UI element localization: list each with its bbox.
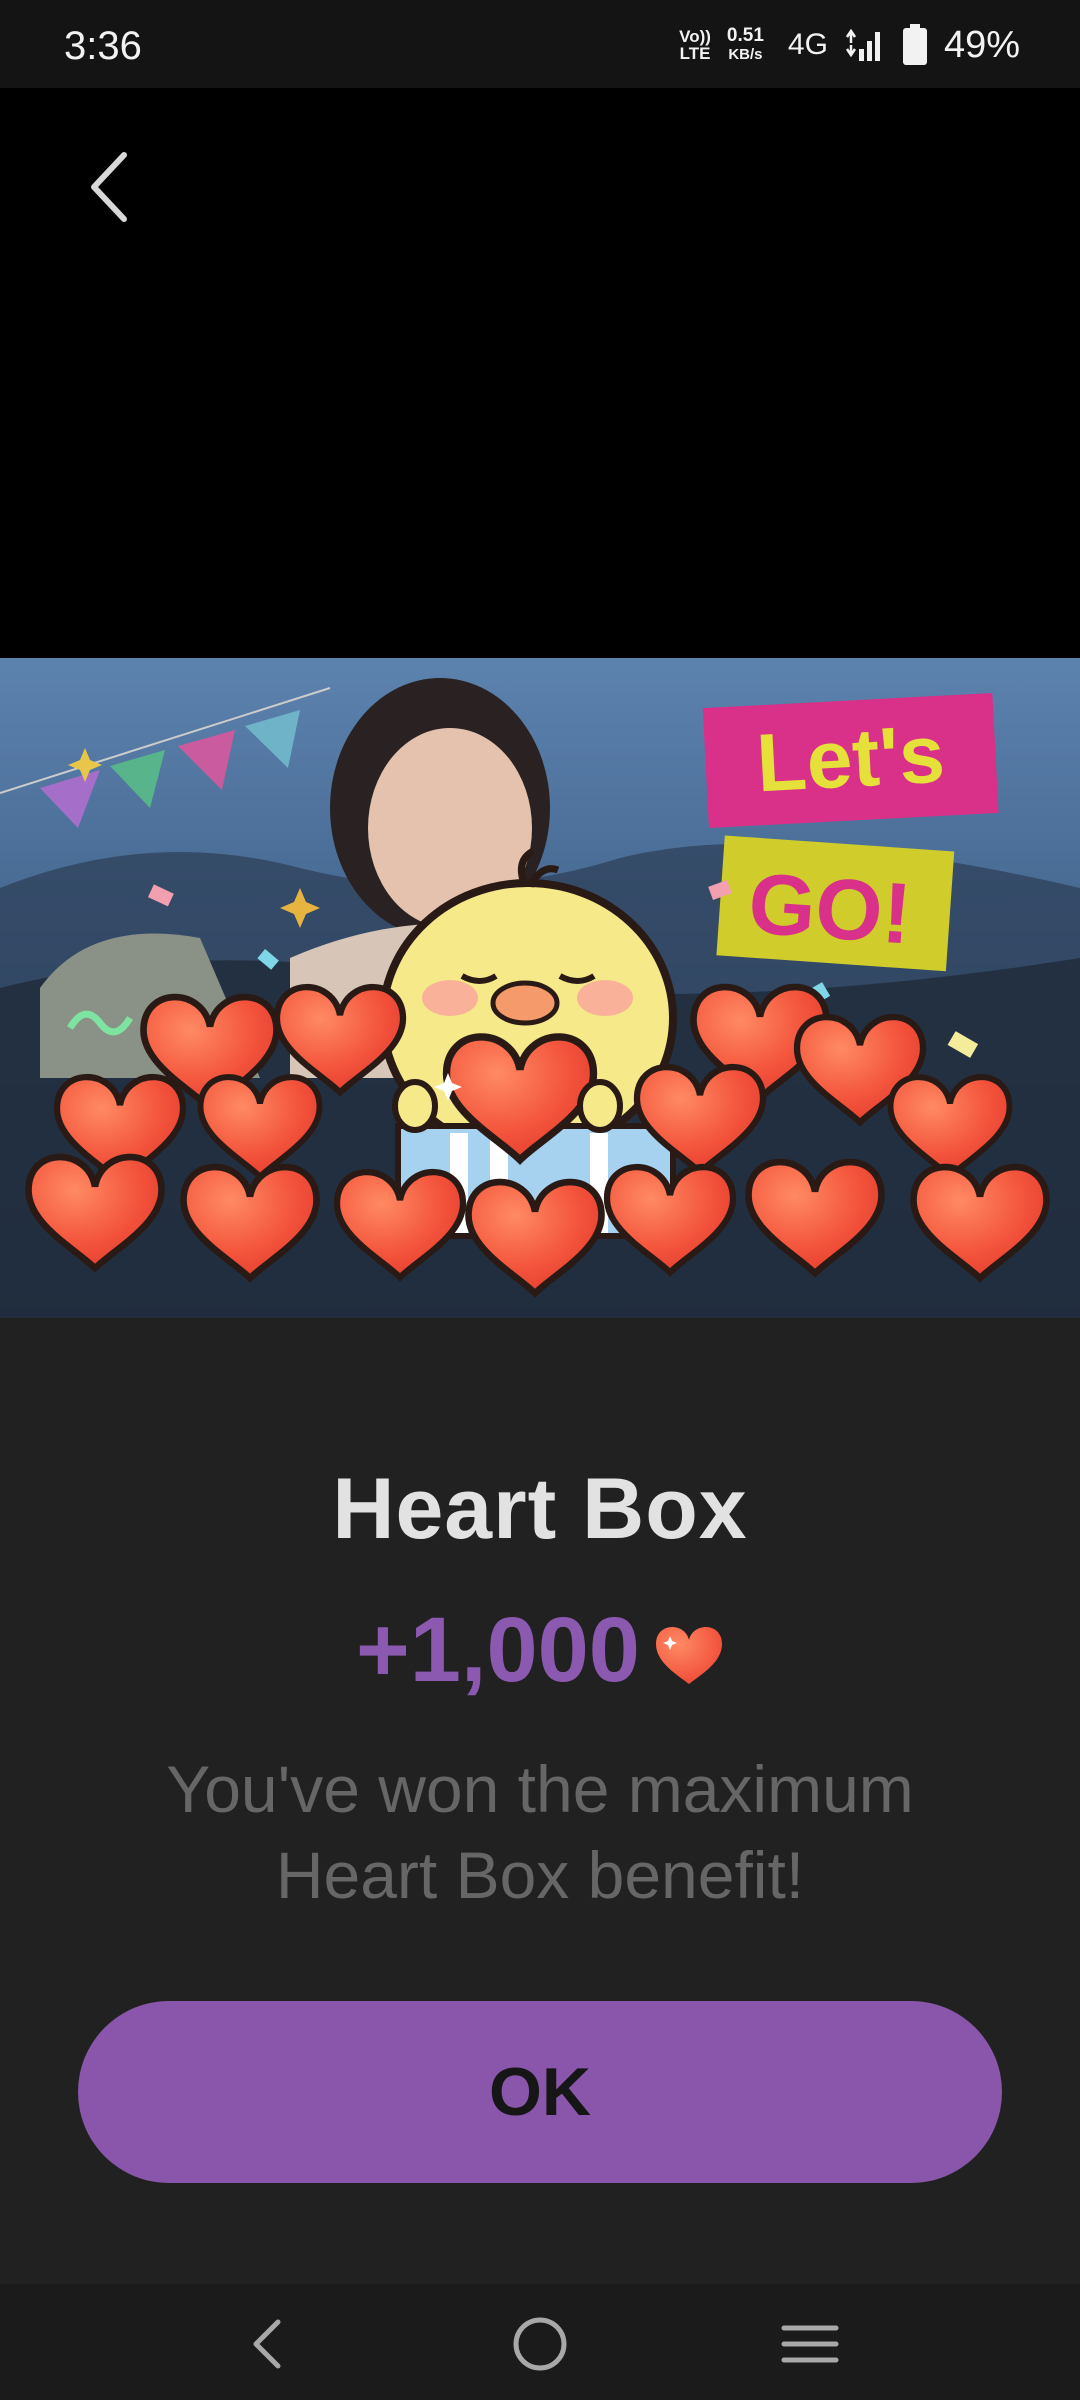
nav-menu-icon[interactable]: [778, 2312, 842, 2376]
status-bar: 3:36 Vo)) LTE 0.51 KB/s 4G 49%: [0, 0, 1080, 88]
banner-illustration: Let's GO!: [0, 658, 1080, 1318]
navigation-bar: [0, 2284, 1080, 2400]
reward-row: +1,000: [0, 1598, 1080, 1703]
video-area: [0, 88, 1080, 658]
reward-dialog: Heart Box +1,000 You've won the maximum …: [0, 1318, 1080, 2284]
nav-back-icon[interactable]: [238, 2312, 302, 2376]
network-type: 4G: [787, 28, 828, 61]
sign-lets: Let's: [754, 709, 947, 810]
signal-icon: [845, 28, 880, 61]
sign-go: GO!: [746, 855, 915, 962]
ok-button[interactable]: OK: [78, 2001, 1002, 2183]
nav-home-icon[interactable]: [508, 2312, 572, 2376]
status-time: 3:36: [64, 24, 142, 68]
heart-icon: [655, 1626, 722, 1684]
reward-amount: +1,000: [356, 1599, 640, 1701]
battery-percentage: 49%: [943, 23, 1020, 66]
back-arrow-icon[interactable]: [80, 145, 144, 229]
status-icons: Vo)) LTE 0.51 KB/s 4G 49%: [679, 22, 1020, 68]
dialog-message: You've won the maximum Heart Box benefit…: [166, 1752, 914, 1912]
network-speed: 0.51 KB/s: [726, 25, 764, 63]
dialog-title: Heart Box: [332, 1461, 748, 1557]
volte-indicator: Vo)) LTE: [679, 27, 711, 63]
battery-icon: [902, 24, 927, 65]
heart-box-banner: Let's GO!: [0, 658, 1080, 1318]
